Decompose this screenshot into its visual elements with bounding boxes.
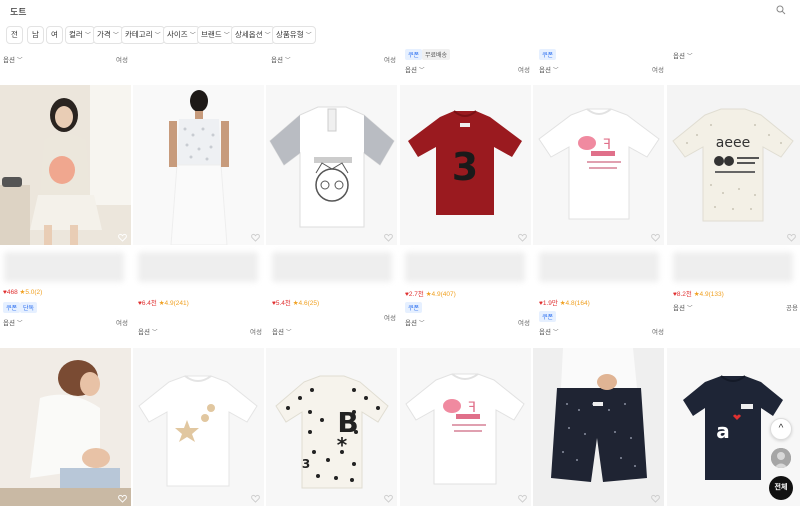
product-name[interactable] <box>673 252 793 282</box>
chevron-down-icon: ﹀ <box>189 33 196 39</box>
product-name[interactable] <box>138 252 258 282</box>
option-dropdown[interactable]: 옵션 ﹀ <box>539 326 558 336</box>
filter-price[interactable]: 가격 ﹀ <box>93 26 123 44</box>
gender-label: 공용 <box>786 305 798 312</box>
heart-icon[interactable] <box>651 233 660 242</box>
gender-label: 여성 <box>384 315 396 322</box>
chevron-up-icon: ^ <box>778 423 784 434</box>
product-image[interactable]: ꟻ <box>400 348 531 506</box>
filter-size[interactable]: 사이즈 ﹀ <box>163 26 200 44</box>
search-bar[interactable]: 도트 <box>0 0 800 22</box>
product-stats: ♥468 ★5.0(2) <box>3 289 43 296</box>
filter-category[interactable]: 카테고리 ﹀ <box>121 26 165 44</box>
chevron-down-icon: ﹀ <box>84 33 91 39</box>
gender-label: 여성 <box>652 67 664 74</box>
product-stats: ♥1.9만 ★4.8(164) <box>539 300 590 307</box>
heart-icon[interactable] <box>518 494 527 503</box>
product-stats: ♥8.2천 ★4.9(133) <box>673 291 724 298</box>
product-name[interactable] <box>539 252 659 282</box>
product-image[interactable]: 3 <box>400 85 531 245</box>
product-image[interactable] <box>0 348 131 506</box>
gender-label: 여성 <box>116 320 128 327</box>
option-dropdown[interactable]: 옵션 ﹀ <box>271 54 290 64</box>
gender-label: 여성 <box>116 57 128 64</box>
chevron-down-icon: ﹀ <box>264 33 271 39</box>
option-dropdown[interactable]: 옵션 ﹀ <box>3 317 22 327</box>
filter-brand[interactable]: 브랜드 ﹀ <box>197 26 234 44</box>
heart-icon[interactable] <box>651 494 660 503</box>
filter-all[interactable]: 전 <box>6 26 23 44</box>
heart-icon[interactable] <box>384 494 393 503</box>
filter-detail-options[interactable]: 상세옵션 ﹀ <box>231 26 275 44</box>
option-dropdown[interactable]: 옵션 ﹀ <box>138 326 157 336</box>
product-image[interactable] <box>0 85 131 245</box>
svg-text:3: 3 <box>452 145 478 189</box>
option-dropdown[interactable]: 옵션 ﹀ <box>405 317 424 327</box>
heart-icon[interactable] <box>251 494 260 503</box>
product-image[interactable] <box>266 85 397 245</box>
filter-male[interactable]: 남 <box>27 26 44 44</box>
option-dropdown[interactable]: 옵션 ﹀ <box>539 64 558 74</box>
search-input[interactable]: 도트 <box>10 5 27 18</box>
all-menu-button[interactable]: 전체 <box>769 476 793 500</box>
svg-text:3: 3 <box>302 457 310 471</box>
product-stats: ♥5.4천 ★4.6(25) <box>272 300 320 307</box>
gender-label: 여성 <box>518 67 530 74</box>
option-dropdown[interactable]: 옵션 ﹀ <box>673 302 692 312</box>
product-name[interactable] <box>272 252 392 282</box>
chevron-down-icon: ﹀ <box>112 33 119 39</box>
product-image[interactable]: aeee <box>667 85 800 245</box>
scroll-to-top-button[interactable]: ^ <box>770 418 792 440</box>
gender-label: 여성 <box>518 320 530 327</box>
avatar[interactable] <box>771 448 791 468</box>
heart-icon[interactable] <box>518 233 527 242</box>
filter-female[interactable]: 여 <box>46 26 63 44</box>
svg-text:*: * <box>337 433 348 457</box>
heart-icon[interactable] <box>787 233 796 242</box>
product-image[interactable]: B * 3 <box>266 348 397 506</box>
product-image[interactable] <box>533 348 664 506</box>
previous-row-tail: 옵션 ﹀ 여성 옵션 ﹀ 여성 쿠폰 무료배송 옵션 ﹀ 여성 쿠폰 옵션 ﹀ 여성 옵… <box>0 46 800 84</box>
svg-text:aeee: aeee <box>716 135 750 151</box>
heart-icon[interactable] <box>384 233 393 242</box>
gender-label: 여성 <box>652 329 664 336</box>
search-icon[interactable] <box>776 5 786 15</box>
heart-icon[interactable] <box>118 233 127 242</box>
product-name[interactable] <box>405 252 525 282</box>
svg-text:ꟻ: ꟻ <box>468 400 476 416</box>
coupon-badge: 쿠폰 <box>3 302 21 313</box>
option-dropdown[interactable]: 옵션 ﹀ <box>272 326 291 336</box>
coupon-badge: 쿠폰 <box>405 49 423 60</box>
product-image[interactable] <box>133 348 264 506</box>
option-dropdown[interactable]: 옵션 ﹀ <box>673 50 692 60</box>
option-dropdown[interactable]: 옵션 ﹀ <box>3 54 22 64</box>
svg-text:a: a <box>716 419 730 443</box>
chevron-down-icon: ﹀ <box>305 33 312 39</box>
filter-color[interactable]: 컬러 ﹀ <box>65 26 95 44</box>
exclusive-badge: 단독 <box>20 302 38 313</box>
heart-icon[interactable] <box>118 494 127 503</box>
heart-icon[interactable] <box>251 233 260 242</box>
filter-product-type[interactable]: 상품유형 ﹀ <box>272 26 316 44</box>
product-image[interactable]: ꟻ <box>533 85 664 245</box>
coupon-badge: 쿠폰 <box>539 49 557 60</box>
chevron-down-icon: ﹀ <box>223 33 230 39</box>
product-stats: ♥2.7천 ★4.9(407) <box>405 291 456 298</box>
chevron-down-icon: ﹀ <box>154 33 161 39</box>
option-dropdown[interactable]: 옵션 ﹀ <box>405 64 424 74</box>
svg-text:ꟻ: ꟻ <box>603 137 611 153</box>
product-name[interactable] <box>4 252 124 282</box>
filter-bar: 전 남 여 컬러 ﹀ 가격 ﹀ 카테고리 ﹀ 사이즈 ﹀ 브랜드 ﹀ 상세옵션 ﹀ 상품유형… <box>0 26 800 46</box>
coupon-badge: 쿠폰 <box>539 311 557 322</box>
coupon-badge: 쿠폰 <box>405 302 423 313</box>
product-stats: ♥6.4천 ★4.9(241) <box>138 300 189 307</box>
free-shipping-badge: 무료배송 <box>422 49 451 60</box>
gender-label: 여성 <box>250 329 262 336</box>
gender-label: 여성 <box>384 57 396 64</box>
product-image[interactable] <box>133 85 264 245</box>
